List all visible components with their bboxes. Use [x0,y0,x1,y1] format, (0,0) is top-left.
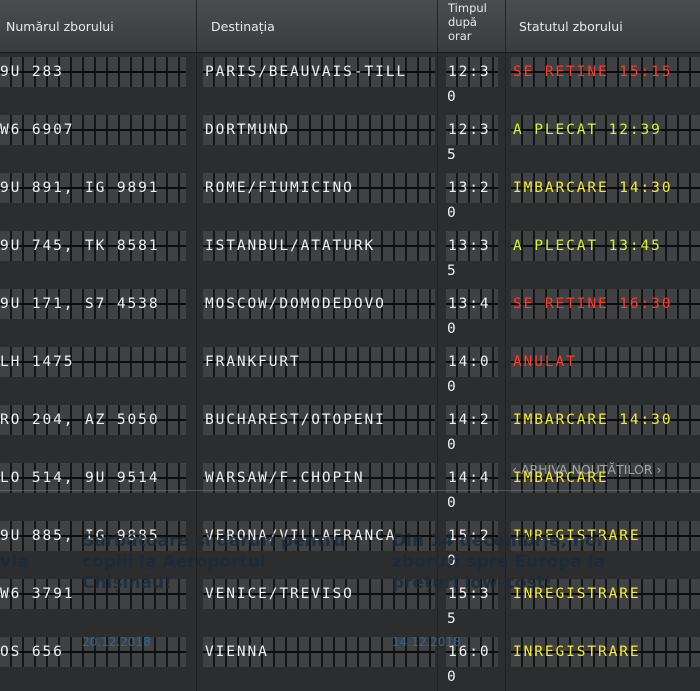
column-separator [505,169,506,227]
scheduled-time: 12:3 [448,122,491,138]
flight-number: RO 204, AZ 5050 [0,412,160,428]
news-archive-link[interactable]: ‹ ARHIVA NOUTĂȚILOR › [512,462,661,477]
news-title-partial[interactable]: via [0,552,60,573]
flight-row: 9U 745, TK 8581 ISTANBUL/ATATURK 13:3 A PLE… [0,227,700,285]
column-separator [437,633,438,691]
scheduled-time: 13:2 [448,180,491,196]
column-separator [505,401,506,459]
scheduled-time-wrap: 0 [447,379,456,395]
column-separator [196,401,197,459]
scheduled-time: 12:3 [448,64,491,80]
column-separator [505,285,506,343]
destination: WARSAW/F.CHOPIN [205,470,365,486]
scheduled-time-wrap: 5 [447,263,456,279]
scheduled-time-wrap: 5 [447,147,456,163]
flight-number: 9U 891, IG 9891 [0,180,160,196]
column-separator [196,169,197,227]
flight-number: 9U 171, S7 4538 [0,296,160,312]
flight-row: W6 6907 DORTMUND 12:3 A PLECAT 12:39 5 [0,111,700,169]
destination: DORTMUND [205,122,291,138]
scheduled-time-wrap: 0 [447,321,456,337]
scheduled-time-wrap: 0 [447,437,456,453]
flight-number: LH 1475 [0,354,75,370]
col-header-flight: Numărul zborului [6,18,114,34]
flight-status: A PLECAT 12:39 [513,122,662,138]
column-separator [437,53,438,111]
destination: VIENNA [205,644,269,660]
flight-number: OS 656 [0,644,64,660]
column-separator [437,227,438,285]
chevron-left-icon: ‹ [512,462,521,477]
col-header-status: Statutul zborului [505,0,700,52]
flight-status: A PLECAT 13:45 [513,238,662,254]
scheduled-time-wrap: 5 [447,611,456,627]
scheduled-time-wrap: 0 [447,89,456,105]
scheduled-time-wrap: 0 [447,669,456,685]
flight-number: W6 6907 [0,122,75,138]
column-separator [437,343,438,401]
flight-number: 9U 745, TK 8581 [0,238,160,254]
news-title-1[interactable]: Sărbătoare și daruri pentru copiii la Ae… [82,531,352,594]
destination: FRANKFURT [205,354,301,370]
flight-row: RO 204, AZ 5050 BUCHAREST/OTOPENI 14:2 IMBA… [0,401,700,459]
flight-number: LO 514, 9U 9514 [0,470,160,486]
column-separator [437,169,438,227]
chevron-right-icon: › [652,462,662,477]
column-separator [196,633,197,691]
destination: ROME/FIUMICINO [205,180,354,196]
flight-row: 9U 171, S7 4538 MOSCOW/DOMODEDOVO 13:4 SE R… [0,285,700,343]
column-separator [196,227,197,285]
destination: MOSCOW/DOMODEDOVO [205,296,386,312]
column-separator [437,111,438,169]
column-separator [196,459,197,517]
column-separator [196,53,197,111]
column-separator [505,459,506,517]
scheduled-time-wrap: 0 [447,495,456,511]
column-separator [437,459,438,517]
flight-status: IMBARCARE 14:30 [513,412,673,428]
column-separator [196,343,197,401]
scheduled-time: 14:4 [448,470,491,486]
flight-status: SE RETINE 16:30 [513,296,673,312]
column-separator [196,111,197,169]
scheduled-time: 13:4 [448,296,491,312]
column-separator [505,343,506,401]
flight-row: 9U 891, IG 9891 ROME/FIUMICINO 13:2 IMBARCA… [0,169,700,227]
scheduled-time: 13:3 [448,238,491,254]
flight-number: 9U 283 [0,64,64,80]
col-header-scheduled-time: Timpul după orar [437,0,505,52]
destination: BUCHAREST/OTOPENI [205,412,386,428]
destination: PARIS/BEAUVAIS-TILL [205,64,407,80]
col-header-destination: Destinația [196,0,437,52]
board-header: Numărul zborului Destinația Timpul după … [0,0,700,53]
scheduled-time: 14:2 [448,412,491,428]
destination: ISTANBUL/ATATURK [205,238,376,254]
flight-status: SE RETINE 15:15 [513,64,673,80]
scheduled-time: 14:0 [448,354,491,370]
flight-status: INREGISTRARE [513,644,641,660]
column-separator [437,285,438,343]
column-separator [505,111,506,169]
flight-status: IMBARCARE 14:30 [513,180,673,196]
news-title-2[interactable]: Din 14 decembrie, noi zboruri spre Europ… [392,531,662,594]
archive-label: ARHIVA NOUTĂȚILOR [520,462,653,477]
column-separator [196,285,197,343]
column-separator [505,633,506,691]
flight-status: ANULAT [513,354,577,370]
flight-row: OS 656 VIENNA 16:0 INREGISTRARE 0 [0,633,700,691]
scheduled-time: 16:0 [448,644,491,660]
column-separator [437,401,438,459]
scheduled-time-wrap: 0 [447,205,456,221]
column-separator [505,227,506,285]
flight-row: LH 1475 FRANKFURT 14:0 ANULAT 0 [0,343,700,401]
flight-row: 9U 283 PARIS/BEAUVAIS-TILL 12:3 SE RETINE 1… [0,53,700,111]
column-separator [505,53,506,111]
